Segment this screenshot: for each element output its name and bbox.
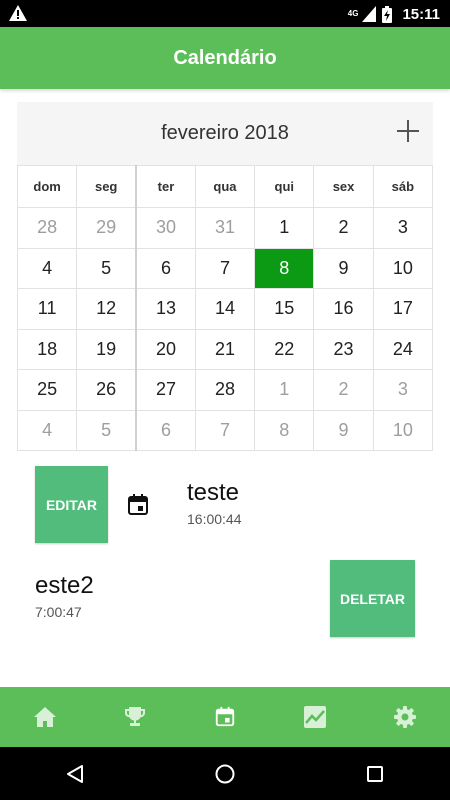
trophy-icon [125, 707, 145, 726]
home-icon [34, 707, 56, 727]
plus-icon[interactable] [397, 120, 419, 142]
day-cell[interactable]: 30 [135, 207, 196, 249]
day-cell[interactable]: 11 [16, 288, 78, 330]
warning-icon [9, 5, 27, 21]
back-icon [67, 764, 83, 783]
day-cell[interactable]: 3 [372, 369, 434, 411]
event-time: 16:00:44 [187, 511, 242, 527]
day-cell[interactable]: 5 [76, 247, 137, 289]
day-cell[interactable]: 31 [194, 207, 256, 249]
calendar-event-icon [128, 494, 148, 515]
battery-charging-icon [382, 5, 393, 23]
network-type: 4G [347, 9, 359, 18]
calendar-header: fevereiro 2018 [17, 102, 433, 165]
day-cell[interactable]: 18 [16, 328, 78, 370]
day-cell[interactable]: 6 [135, 247, 196, 289]
day-cell[interactable]: 29 [76, 207, 137, 249]
week-row: 18 19 20 21 22 23 24 [16, 328, 434, 370]
event-title: teste [187, 479, 240, 506]
app-bar: Calendário [0, 27, 450, 89]
event-item: este2 7:00:47 DELETAR [35, 560, 415, 637]
back-button[interactable] [45, 747, 105, 800]
day-cell[interactable]: 12 [76, 288, 137, 330]
day-cell[interactable]: 23 [313, 328, 374, 370]
day-cell[interactable]: 7 [194, 409, 256, 451]
week-row: 25 26 27 28 1 2 3 [16, 369, 434, 411]
day-cell[interactable]: 17 [372, 288, 434, 330]
day-cell[interactable]: 8 [254, 409, 315, 451]
week-row: 4 5 6 7 8 9 10 [16, 409, 434, 451]
nav-chart[interactable] [290, 687, 340, 747]
home-circle-icon [215, 764, 235, 783]
status-bar: 4G 15:11 [0, 0, 450, 27]
day-cell[interactable]: 24 [372, 328, 434, 370]
weekday-label: qui [254, 165, 315, 208]
day-cell[interactable]: 28 [194, 369, 256, 411]
day-cell[interactable]: 4 [16, 247, 78, 289]
selected-day-cell[interactable]: 8 [254, 247, 315, 289]
weekday-label: qua [194, 165, 256, 208]
week-row: 4 5 6 7 8 9 10 [16, 247, 434, 289]
day-cell[interactable]: 1 [254, 369, 315, 411]
day-cell[interactable]: 10 [372, 409, 434, 451]
chart-icon [304, 706, 326, 728]
weekday-label: dom [16, 165, 78, 208]
event-title: este2 [35, 572, 94, 599]
calendar-icon [215, 706, 235, 727]
month-label: fevereiro 2018 [161, 122, 289, 144]
day-cell[interactable]: 7 [194, 247, 256, 289]
day-cell[interactable]: 9 [313, 409, 374, 451]
weekday-label: seg [76, 165, 137, 208]
weekday-row: dom seg ter qua qui sex sáb [16, 165, 434, 208]
day-cell[interactable]: 6 [135, 409, 196, 451]
day-cell[interactable]: 14 [194, 288, 256, 330]
settings-icon [394, 706, 416, 728]
day-cell[interactable]: 16 [313, 288, 374, 330]
week-row: 11 12 13 14 15 16 17 [16, 288, 434, 330]
day-cell[interactable]: 19 [76, 328, 137, 370]
nav-calendar[interactable] [200, 687, 250, 747]
day-cell[interactable]: 15 [254, 288, 315, 330]
recents-button[interactable] [345, 747, 405, 800]
event-time: 7:00:47 [35, 604, 82, 620]
day-cell[interactable]: 4 [16, 409, 78, 451]
app-title: Calendário [173, 46, 277, 69]
system-nav-bar [0, 747, 450, 800]
delete-button[interactable]: DELETAR [330, 560, 415, 637]
day-cell[interactable]: 13 [135, 288, 196, 330]
day-cell[interactable]: 27 [135, 369, 196, 411]
day-cell[interactable]: 25 [16, 369, 78, 411]
day-cell[interactable]: 21 [194, 328, 256, 370]
day-cell[interactable]: 2 [313, 369, 374, 411]
day-cell[interactable]: 1 [254, 207, 315, 249]
edit-button[interactable]: EDITAR [35, 466, 108, 543]
nav-trophy[interactable] [110, 687, 160, 747]
day-cell[interactable]: 2 [313, 207, 374, 249]
day-cell[interactable]: 20 [135, 328, 196, 370]
day-cell[interactable]: 28 [16, 207, 78, 249]
day-cell[interactable]: 5 [76, 409, 137, 451]
week-row: 28 29 30 31 1 2 3 [16, 207, 434, 249]
recents-icon [367, 765, 383, 782]
signal-icon [362, 6, 377, 22]
day-cell[interactable]: 3 [372, 207, 434, 249]
calendar-grid: dom seg ter qua qui sex sáb 28 29 30 31 … [16, 165, 434, 451]
day-cell[interactable]: 22 [254, 328, 315, 370]
bottom-nav [0, 687, 450, 747]
day-cell[interactable]: 10 [372, 247, 434, 289]
event-item: EDITAR teste 16:00:44 [35, 466, 415, 543]
weekday-label: ter [135, 165, 196, 208]
weekday-label: sáb [372, 165, 434, 208]
day-cell[interactable]: 9 [313, 247, 374, 289]
home-button[interactable] [195, 747, 255, 800]
clock: 15:11 [402, 5, 440, 23]
calendar-widget: fevereiro 2018 dom seg ter qua qui sex s… [16, 102, 434, 451]
nav-settings[interactable] [380, 687, 430, 747]
day-cell[interactable]: 26 [76, 369, 137, 411]
nav-home[interactable] [20, 687, 70, 747]
weekday-label: sex [313, 165, 374, 208]
